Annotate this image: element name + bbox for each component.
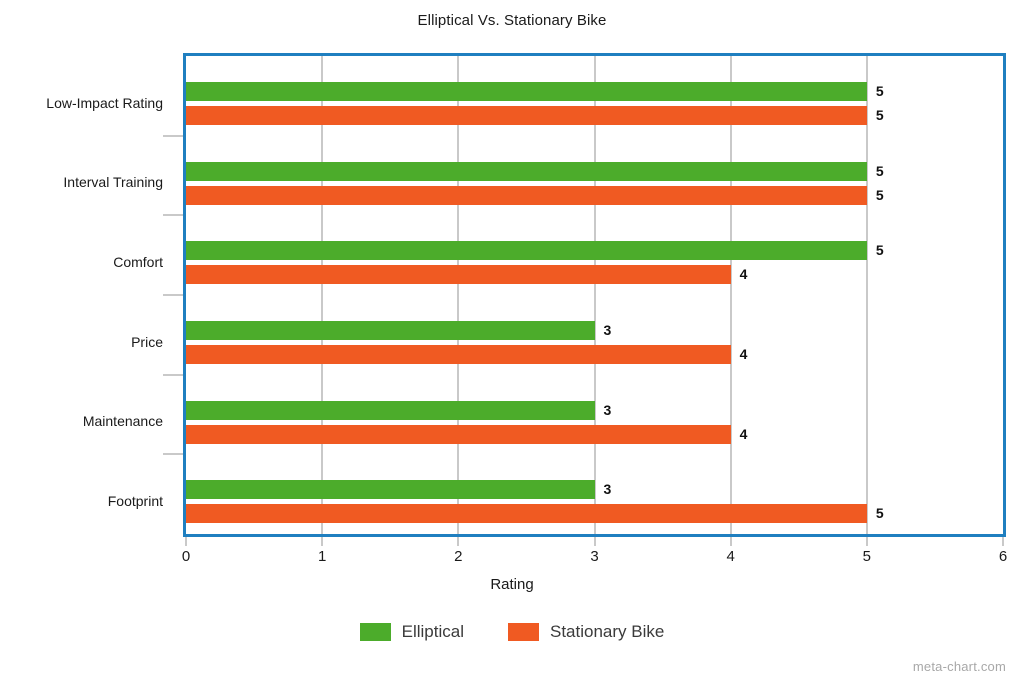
legend-swatch-icon	[508, 623, 539, 641]
bar-value-label: 5	[875, 83, 884, 99]
x-axis-tick-label: 3	[590, 548, 599, 565]
bar-stationary-bike	[186, 345, 731, 364]
chart-title: Elliptical Vs. Stationary Bike	[417, 12, 607, 29]
bar-stationary-bike	[186, 106, 867, 125]
bar-elliptical	[186, 400, 595, 420]
chart-legend: Elliptical Stationary Bike	[0, 622, 1024, 642]
legend-swatch-icon	[359, 623, 391, 641]
x-axis-tick-label: 0	[181, 548, 191, 565]
y-axis-label-maintenance: Maintenance	[82, 413, 163, 430]
legend-item-elliptical[interactable]: Elliptical	[359, 622, 464, 642]
category-group: 55	[186, 136, 1003, 216]
bar-value-label: 5	[875, 162, 884, 179]
x-axis-tick	[729, 537, 732, 546]
x-axis-tick-label: 2	[454, 548, 463, 565]
bar-value-label: 5	[875, 186, 884, 203]
y-axis-label-footprint: Footprint	[107, 492, 163, 509]
bar-value-label: 4	[739, 346, 748, 362]
bar-value-label: 3	[603, 401, 612, 418]
x-axis-tick-label: 1	[317, 548, 327, 565]
x-axis-tick-label: 4	[726, 548, 735, 565]
watermark: meta-chart.com	[912, 659, 1006, 674]
category-group: 34	[186, 375, 1003, 455]
x-axis-tick	[321, 537, 324, 546]
y-axis-tick	[163, 214, 183, 217]
y-axis-tick	[163, 134, 183, 137]
bar-elliptical	[186, 241, 867, 261]
x-axis-tick-label: 6	[998, 548, 1008, 565]
bar-stationary-bike	[186, 504, 867, 524]
bar-stationary-bike	[186, 265, 731, 285]
legend-item-stationary-bike[interactable]: Stationary Bike	[508, 622, 664, 642]
category-group: 55	[186, 56, 1003, 136]
y-axis-tick	[163, 453, 183, 456]
bar-value-label: 3	[603, 481, 612, 498]
bar-value-label: 5	[875, 107, 884, 123]
bar-value-label: 3	[603, 322, 612, 338]
category-group: 34	[186, 295, 1003, 375]
y-axis-label-comfort: Comfort	[113, 253, 163, 270]
legend-label: Stationary Bike	[550, 622, 665, 641]
bar-elliptical	[186, 480, 595, 500]
plot-area: 555554343435	[183, 53, 1006, 537]
x-axis-tick-label: 5	[862, 548, 871, 565]
bar-stationary-bike	[186, 424, 731, 444]
category-group: 35	[186, 454, 1003, 534]
y-axis-label-price: Price	[131, 333, 163, 350]
y-axis-label-low-impact-rating: Low-Impact Rating	[46, 94, 163, 111]
bar-elliptical	[186, 161, 867, 181]
x-axis-tick	[593, 537, 596, 546]
plot-inner: 555554343435	[186, 56, 1003, 534]
bar-value-label: 5	[875, 505, 884, 522]
x-axis-title: Rating	[490, 576, 534, 593]
y-axis-label-interval-training: Interval Training	[63, 174, 163, 191]
bar-value-label: 5	[875, 242, 884, 259]
bar-elliptical	[186, 321, 595, 340]
x-axis-tick	[865, 537, 868, 546]
bar-value-label: 4	[739, 425, 748, 442]
bar-stationary-bike	[186, 185, 867, 205]
bar-chart: Elliptical Vs. Stationary Bike Low-Impac…	[0, 0, 1024, 683]
y-axis-tick	[163, 373, 183, 376]
category-group: 54	[186, 215, 1003, 295]
bar-value-label: 4	[739, 266, 748, 283]
legend-label: Elliptical	[401, 622, 464, 641]
x-axis-tick	[457, 537, 460, 546]
x-axis-tick	[1002, 537, 1004, 546]
y-axis-category-labels: Low-Impact Rating Interval Training Comfor…	[0, 53, 172, 537]
x-axis-tick	[185, 537, 187, 546]
y-axis-tick	[163, 294, 183, 296]
bar-elliptical	[186, 82, 867, 101]
